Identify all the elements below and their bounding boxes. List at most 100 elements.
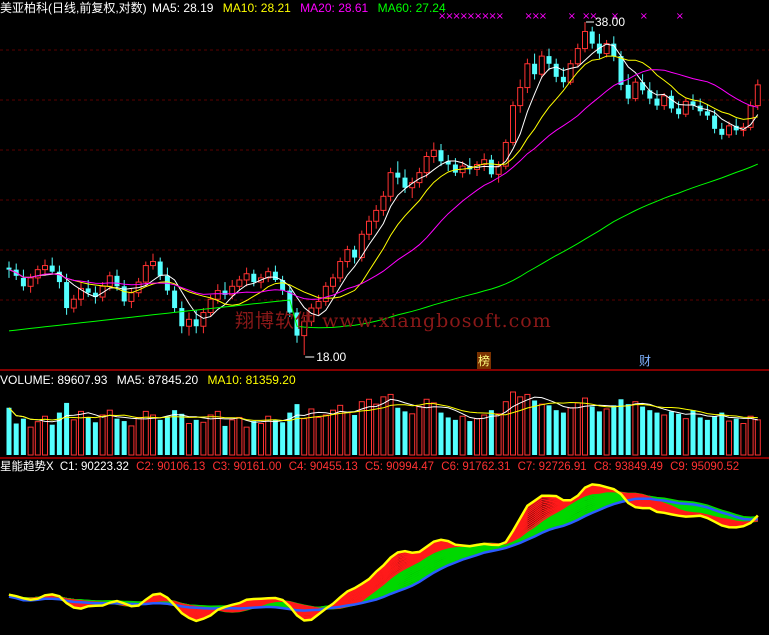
event-marker-finance[interactable]: 财 bbox=[638, 352, 652, 369]
ma10-legend: MA10: 28.21 bbox=[223, 1, 291, 15]
c2-value: 90106.13 bbox=[157, 461, 206, 473]
c4-label: C4: bbox=[288, 461, 307, 473]
candle-body-24 bbox=[179, 308, 185, 327]
volume-bar-28 bbox=[207, 414, 214, 456]
c6-label: C6: bbox=[441, 461, 460, 473]
volume-bar-72 bbox=[524, 393, 531, 456]
c1-label: C1: bbox=[59, 461, 78, 473]
volume-bar-51 bbox=[373, 403, 380, 456]
volume-bar-83 bbox=[603, 408, 610, 456]
volume-bar-52 bbox=[380, 396, 387, 456]
volume-bar-70 bbox=[510, 391, 516, 456]
volume-bar-30 bbox=[222, 425, 228, 455]
indicator-green-band-6 bbox=[8, 494, 758, 610]
volume-bar-78 bbox=[567, 407, 574, 456]
candle-body-51 bbox=[373, 209, 380, 222]
ma20-label: MA20: bbox=[300, 1, 335, 15]
volume-bar-55 bbox=[402, 411, 408, 455]
candle-body-28 bbox=[207, 298, 214, 314]
candle-body-87 bbox=[632, 81, 639, 100]
ma5-value: 28.19 bbox=[183, 1, 214, 15]
volume-bars-layer[interactable] bbox=[6, 391, 761, 456]
event-marker-rank[interactable]: 榜 bbox=[477, 352, 492, 369]
candle-body-53 bbox=[387, 172, 394, 197]
volume-bar-82 bbox=[596, 411, 602, 455]
ma10-value: 28.21 bbox=[260, 1, 291, 15]
candle-body-0 bbox=[6, 267, 12, 270]
candle-body-44 bbox=[322, 285, 329, 302]
ma10-label: MA10: bbox=[222, 1, 258, 15]
signal-x-8: × bbox=[496, 11, 504, 22]
candle-body-23 bbox=[172, 290, 178, 309]
volume-bar-92 bbox=[668, 411, 674, 455]
candle-body-33 bbox=[243, 273, 250, 281]
volume-ma5-legend: MA5: 87845.20 bbox=[117, 373, 198, 387]
c3-label: C3: bbox=[212, 461, 231, 473]
volume-bar-19 bbox=[142, 410, 149, 456]
volume-bar-18 bbox=[135, 416, 142, 456]
volume-bar-21 bbox=[157, 419, 163, 455]
candle-body-93 bbox=[676, 108, 682, 115]
candle-body-58 bbox=[423, 156, 430, 174]
ma60-label: MA60: bbox=[377, 1, 413, 15]
candle-body-81 bbox=[589, 31, 595, 44]
candle-body-75 bbox=[546, 56, 552, 64]
c1-legend: C1: 90223.32 bbox=[60, 461, 129, 473]
c7-label: C7: bbox=[517, 461, 536, 473]
candle-body-17 bbox=[128, 292, 135, 302]
candle-body-15 bbox=[114, 275, 120, 287]
volume-label: VOLUME: bbox=[0, 373, 55, 387]
candle-body-32 bbox=[236, 279, 243, 287]
candle-body-47 bbox=[344, 249, 351, 263]
volume-ma5-value: 87845.20 bbox=[148, 373, 199, 387]
c3-legend: C3: 90161.00 bbox=[212, 461, 281, 473]
candle-body-97 bbox=[704, 111, 710, 116]
candle-body-79 bbox=[574, 48, 581, 65]
candle-body-37 bbox=[272, 271, 278, 280]
candle-body-73 bbox=[532, 63, 538, 75]
volume-ma10-label: MA10: bbox=[207, 373, 243, 387]
volume-bar-24 bbox=[179, 413, 185, 455]
volume-bar-99 bbox=[719, 412, 725, 455]
candle-body-94 bbox=[682, 100, 689, 115]
c9-value: 95090.52 bbox=[691, 461, 740, 473]
volume-bar-35 bbox=[258, 423, 264, 456]
candle-body-27 bbox=[200, 312, 207, 327]
candle-body-72 bbox=[524, 63, 531, 89]
candle-body-104 bbox=[754, 84, 761, 107]
candle-body-29 bbox=[214, 290, 221, 300]
candle-body-20 bbox=[150, 261, 156, 267]
volume-bar-56 bbox=[409, 413, 416, 456]
c6-value: 91762.31 bbox=[462, 461, 511, 473]
volume-bar-75 bbox=[546, 405, 552, 455]
volume-bar-91 bbox=[661, 414, 668, 456]
volume-bar-100 bbox=[726, 420, 732, 456]
volume-bar-53 bbox=[387, 393, 394, 456]
c5-value: 90994.47 bbox=[386, 461, 435, 473]
volume-bar-36 bbox=[265, 415, 272, 456]
volume-bar-97 bbox=[704, 419, 710, 455]
volume-legend: VOLUME: 89607.93 MA5: 87845.20 MA10: 813… bbox=[0, 372, 302, 388]
volume-bar-33 bbox=[243, 426, 250, 456]
volume-bar-14 bbox=[106, 409, 113, 456]
volume-bar-5 bbox=[42, 415, 48, 456]
volume-bar-66 bbox=[481, 414, 488, 456]
candle-body-25 bbox=[186, 318, 192, 327]
candle-body-54 bbox=[395, 172, 401, 178]
indicator-name: 星能趋势X bbox=[0, 461, 54, 473]
volume-bar-2 bbox=[20, 418, 26, 455]
volume-bar-6 bbox=[49, 424, 55, 455]
volume-bar-0 bbox=[6, 407, 12, 455]
volume-bar-4 bbox=[34, 421, 41, 456]
volume-bar-63 bbox=[459, 415, 466, 456]
candle-body-2 bbox=[20, 277, 26, 287]
candle-body-52 bbox=[380, 195, 387, 211]
volume-bar-76 bbox=[553, 410, 559, 455]
volume-bar-98 bbox=[712, 416, 718, 455]
candle-body-34 bbox=[251, 273, 257, 283]
volume-bar-73 bbox=[532, 400, 538, 455]
volume-bar-37 bbox=[272, 419, 278, 455]
c5-legend: C5: 90994.47 bbox=[365, 461, 434, 473]
c1-value: 90223.32 bbox=[80, 461, 129, 473]
volume-bar-9 bbox=[70, 419, 77, 456]
